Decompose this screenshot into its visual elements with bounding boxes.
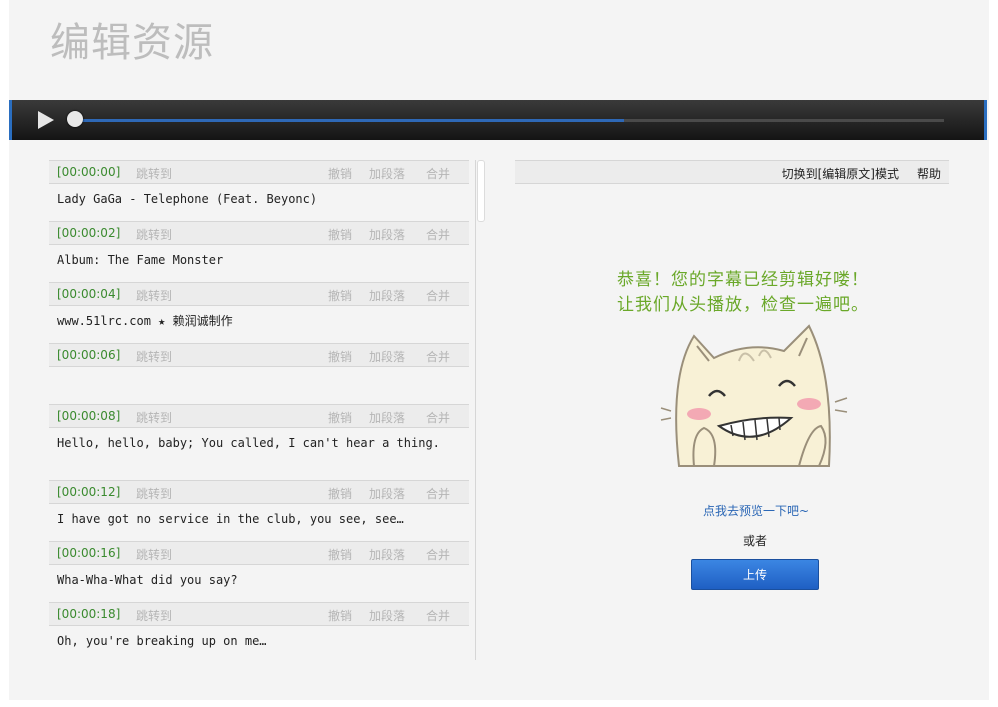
switch-mode-link[interactable]: 切换到[编辑原文]模式 <box>782 165 899 182</box>
add-paragraph-link[interactable]: 加段落 <box>369 348 405 365</box>
segment-header: [00:00:12] 跳转到 撤销 加段落 合并 <box>49 480 469 504</box>
segment-row: [00:00:00] 跳转到 撤销 加段落 合并 Lady GaGa - Tel… <box>49 160 469 221</box>
preview-link[interactable]: 点我去预览一下吧~ <box>703 502 809 519</box>
segment-row: [00:00:06] 跳转到 撤销 加段落 合并 <box>49 343 469 404</box>
timestamp: [00:00:06] <box>57 348 121 362</box>
segment-text[interactable]: I have got no service in the club, you s… <box>49 504 469 527</box>
timestamp: [00:00:08] <box>57 409 121 423</box>
jump-to-link[interactable]: 跳转到 <box>136 348 172 365</box>
congrats-line: 恭喜！您的字幕已经剪辑好喽！ <box>617 270 869 290</box>
undo-link[interactable]: 撤销 <box>328 485 352 502</box>
undo-link[interactable]: 撤销 <box>328 226 352 243</box>
segment-header: [00:00:02] 跳转到 撤销 加段落 合并 <box>49 221 469 245</box>
undo-link[interactable]: 撤销 <box>328 348 352 365</box>
segment-header: [00:00:08] 跳转到 撤销 加段落 合并 <box>49 404 469 428</box>
list-scrollbar[interactable] <box>475 160 485 660</box>
segment-text[interactable]: www.51lrc.com ★ 赖润诚制作 <box>49 306 469 329</box>
segment-text[interactable]: Album: The Fame Monster <box>49 245 469 268</box>
page-title: 编辑资源 <box>50 20 214 66</box>
add-paragraph-link[interactable]: 加段落 <box>369 226 405 243</box>
undo-link[interactable]: 撤销 <box>328 409 352 426</box>
timestamp: [00:00:16] <box>57 546 121 560</box>
merge-link[interactable]: 合并 <box>426 607 450 624</box>
timestamp: [00:00:18] <box>57 607 121 621</box>
jump-to-link[interactable]: 跳转到 <box>136 607 172 624</box>
congrats-line: 让我们从头播放，检查一遍吧。 <box>617 295 869 315</box>
progress-knob[interactable] <box>67 111 83 127</box>
segment-text[interactable] <box>49 367 469 375</box>
segment-row: [00:00:08] 跳转到 撤销 加段落 合并 Hello, hello, b… <box>49 404 469 480</box>
timestamp: [00:00:00] <box>57 165 121 179</box>
segment-text[interactable]: Oh, you're breaking up on me… <box>49 626 469 649</box>
upload-button[interactable]: 上传 <box>691 559 819 590</box>
jump-to-link[interactable]: 跳转到 <box>136 485 172 502</box>
play-icon[interactable] <box>38 111 54 129</box>
segment-header: [00:00:16] 跳转到 撤销 加段落 合并 <box>49 541 469 565</box>
jump-to-link[interactable]: 跳转到 <box>136 226 172 243</box>
add-paragraph-link[interactable]: 加段落 <box>369 165 405 182</box>
side-toolbar: 切换到[编辑原文]模式 帮助 <box>515 160 949 184</box>
merge-link[interactable]: 合并 <box>426 485 450 502</box>
congrats-message: 恭喜！您的字幕已经剪辑好喽！ 让我们从头播放，检查一遍吧。 <box>617 268 869 318</box>
segment-header: [00:00:06] 跳转到 撤销 加段落 合并 <box>49 343 469 367</box>
scrollbar-thumb[interactable] <box>477 160 485 222</box>
segment-list: [00:00:00] 跳转到 撤销 加段落 合并 Lady GaGa - Tel… <box>49 160 469 660</box>
add-paragraph-link[interactable]: 加段落 <box>369 607 405 624</box>
undo-link[interactable]: 撤销 <box>328 607 352 624</box>
undo-link[interactable]: 撤销 <box>328 546 352 563</box>
undo-link[interactable]: 撤销 <box>328 165 352 182</box>
cat-icon <box>660 324 848 467</box>
timestamp: [00:00:04] <box>57 287 121 301</box>
segment-row: [00:00:18] 跳转到 撤销 加段落 合并 Oh, you're brea… <box>49 602 469 658</box>
help-link[interactable]: 帮助 <box>917 165 941 182</box>
segment-text[interactable]: Lady GaGa - Telephone (Feat. Beyonc) <box>49 184 469 207</box>
add-paragraph-link[interactable]: 加段落 <box>369 287 405 304</box>
segment-row: [00:00:02] 跳转到 撤销 加段落 合并 Album: The Fame… <box>49 221 469 282</box>
merge-link[interactable]: 合并 <box>426 409 450 426</box>
merge-link[interactable]: 合并 <box>426 165 450 182</box>
segment-text[interactable]: Hello, hello, baby; You called, I can't … <box>49 428 469 451</box>
or-label: 或者 <box>743 534 768 548</box>
add-paragraph-link[interactable]: 加段落 <box>369 409 405 426</box>
add-paragraph-link[interactable]: 加段落 <box>369 485 405 502</box>
timestamp: [00:00:12] <box>57 485 121 499</box>
merge-link[interactable]: 合并 <box>426 546 450 563</box>
segment-header: [00:00:04] 跳转到 撤销 加段落 合并 <box>49 282 469 306</box>
merge-link[interactable]: 合并 <box>426 348 450 365</box>
audio-player <box>9 100 987 140</box>
jump-to-link[interactable]: 跳转到 <box>136 546 172 563</box>
merge-link[interactable]: 合并 <box>426 287 450 304</box>
add-paragraph-link[interactable]: 加段落 <box>369 546 405 563</box>
segment-row: [00:00:12] 跳转到 撤销 加段落 合并 I have got no s… <box>49 480 469 541</box>
merge-link[interactable]: 合并 <box>426 226 450 243</box>
segment-header: [00:00:18] 跳转到 撤销 加段落 合并 <box>49 602 469 626</box>
cat-illustration <box>659 316 849 476</box>
jump-to-link[interactable]: 跳转到 <box>136 409 172 426</box>
undo-link[interactable]: 撤销 <box>328 287 352 304</box>
timestamp: [00:00:02] <box>57 226 121 240</box>
segment-header: [00:00:00] 跳转到 撤销 加段落 合并 <box>49 160 469 184</box>
segment-row: [00:00:04] 跳转到 撤销 加段落 合并 www.51lrc.com ★… <box>49 282 469 343</box>
segment-text[interactable]: Wha-Wha-What did you say? <box>49 565 469 588</box>
jump-to-link[interactable]: 跳转到 <box>136 287 172 304</box>
progress-track[interactable] <box>78 119 944 122</box>
segment-row: [00:00:16] 跳转到 撤销 加段落 合并 Wha-Wha-What di… <box>49 541 469 602</box>
progress-fill <box>78 119 624 122</box>
jump-to-link[interactable]: 跳转到 <box>136 165 172 182</box>
page: 编辑资源 [00:00:00] 跳转到 撤销 加段落 合并 Lady GaGa … <box>9 0 989 700</box>
